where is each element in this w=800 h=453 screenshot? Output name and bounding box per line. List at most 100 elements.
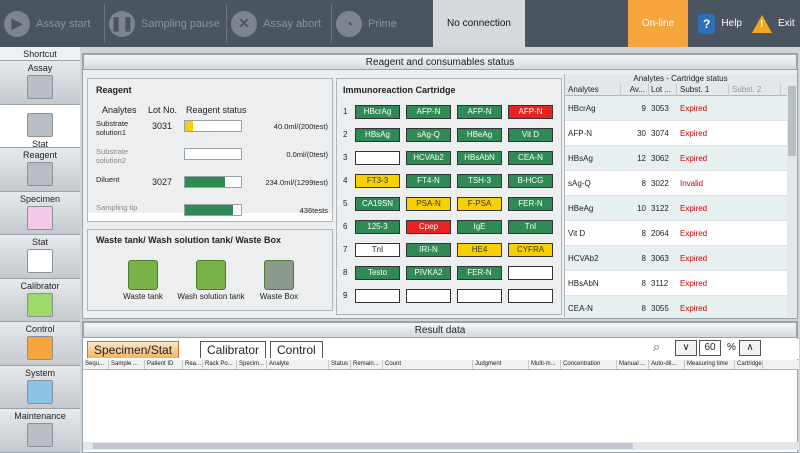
cartridge-slot[interactable]: HBsAbN <box>457 151 502 165</box>
table-row[interactable]: HBeAg 10 3122 Expired <box>565 196 796 221</box>
result-column-header[interactable]: Count <box>383 360 473 369</box>
sidebar-item-stat-active[interactable]: Stat <box>0 104 80 148</box>
reagent-name: Diluent <box>96 175 120 184</box>
sidebar-item-stat[interactable]: Stat <box>0 235 80 279</box>
tab-calibrator[interactable]: Calibrator <box>200 341 267 358</box>
cartridge-slot[interactable] <box>406 289 451 303</box>
table-row[interactable]: CEA-N 8 3055 Expired <box>565 296 796 317</box>
result-column-header[interactable]: Remain... <box>351 360 383 369</box>
sidebar: Shortcut Assay Stat Reagent Specimen Sta… <box>0 47 80 453</box>
assay-abort-button[interactable]: ✕ Assay abort <box>227 0 331 47</box>
table-row[interactable]: Vit D 8 2064 Expired <box>565 221 796 246</box>
cartridge-slot[interactable]: CYFRA <box>508 243 553 257</box>
reagent-value: 436tests <box>299 206 328 215</box>
sidebar-item-specimen[interactable]: Specimen <box>0 191 80 235</box>
sidebar-item-system[interactable]: System <box>0 365 80 409</box>
result-column-header[interactable]: Multi-m... <box>529 360 561 369</box>
cartridge-slot[interactable] <box>355 151 400 165</box>
cartridge-slot[interactable] <box>457 289 502 303</box>
reagent-lot: 3027 <box>152 177 173 187</box>
result-column-header[interactable]: Cartridge <box>735 360 763 369</box>
result-column-header[interactable]: Concentration <box>561 360 617 369</box>
prime-button[interactable]: ◔ Prime <box>332 0 412 47</box>
cartridge-slot[interactable]: B-HCG <box>508 174 553 188</box>
result-column-header[interactable]: Status <box>329 360 351 369</box>
zoom-down-button[interactable]: ∨ <box>675 340 697 356</box>
cartridge-slot[interactable]: Cpep <box>406 220 451 234</box>
cartridge-status-table: Analytes - Cartridge status Analytes Av..… <box>564 74 796 317</box>
table-scrollbar[interactable] <box>787 74 797 317</box>
cartridge-slot[interactable]: AFP-N <box>508 105 553 119</box>
cartridge-slot[interactable] <box>355 289 400 303</box>
cartridge-slot[interactable]: CA19SN <box>355 197 400 211</box>
result-column-header[interactable]: Manual ... <box>617 360 649 369</box>
sampling-pause-button[interactable]: ❚❚ Sampling pause <box>105 0 225 47</box>
result-column-header[interactable]: Rack Po... <box>203 360 237 369</box>
sidebar-item-maintenance[interactable]: Maintenance <box>0 409 80 453</box>
result-column-header[interactable]: Sequ... <box>83 360 109 369</box>
help-button[interactable]: ? Help <box>690 0 742 47</box>
cartridge-slot[interactable]: FER-N <box>457 266 502 280</box>
cartridge-slot[interactable]: F-PSA <box>457 197 502 211</box>
wash-solution-tank: Wash solution tank <box>174 260 248 301</box>
zoom-up-button[interactable]: ∧ <box>739 340 761 356</box>
reagent-value: 0.0ml/(0test) <box>286 150 328 159</box>
table-row[interactable]: HBsAg 12 3062 Expired <box>565 146 796 171</box>
cartridge-slot[interactable]: HBeAg <box>457 128 502 142</box>
cartridge-slot[interactable]: FT4-N <box>406 174 451 188</box>
zoom-icon[interactable]: ⌕ <box>653 339 660 355</box>
tank-icon <box>196 260 226 290</box>
result-column-header[interactable]: Patient ID <box>145 360 183 369</box>
table-row[interactable]: sAg-Q 8 3022 Invalid <box>565 171 796 196</box>
zoom-value[interactable]: 60 <box>699 340 721 356</box>
cartridge-slot[interactable]: HBsAg <box>355 128 400 142</box>
reagent-level-bar <box>184 148 242 160</box>
cartridge-title: Immunoreaction Cartridge <box>343 85 456 95</box>
table-row[interactable]: HCVAb2 8 3063 Expired <box>565 246 796 271</box>
result-column-header[interactable]: Specim... <box>237 360 267 369</box>
sidebar-item-control[interactable]: Control <box>0 322 80 366</box>
cartridge-slot[interactable] <box>508 289 553 303</box>
table-row[interactable]: HBsAbN 8 3112 Expired <box>565 271 796 296</box>
tab-control[interactable]: Control <box>270 341 323 358</box>
table-row[interactable]: AFP-N 30 3074 Expired <box>565 121 796 146</box>
exit-button[interactable]: ! Exit <box>744 0 800 47</box>
cartridge-slot[interactable]: HBcrAg <box>355 105 400 119</box>
cartridge-slot[interactable] <box>508 266 553 280</box>
result-scrollbar[interactable] <box>83 442 799 450</box>
cartridge-slot[interactable]: HE4 <box>457 243 502 257</box>
cartridge-slot[interactable]: AFP-N <box>457 105 502 119</box>
result-column-header[interactable]: Rea... <box>183 360 203 369</box>
cartridge-slot[interactable]: FER-N <box>508 197 553 211</box>
tab-specimen-stat[interactable]: Specimen/Stat <box>87 341 180 358</box>
cartridge-slot[interactable]: PSA-N <box>406 197 451 211</box>
cartridge-slot[interactable]: 125-3 <box>355 220 400 234</box>
result-data-panel: Result data Specimen/Stat Calibrator Con… <box>82 321 799 453</box>
prime-icon: ◔ <box>336 10 362 37</box>
cartridge-slot[interactable]: IRI-N <box>406 243 451 257</box>
result-column-header[interactable]: Measuring time <box>685 360 735 369</box>
sidebar-item-assay[interactable]: Assay <box>0 61 80 105</box>
cartridge-slot[interactable]: TnI <box>355 243 400 257</box>
sidebar-item-calibrator[interactable]: Calibrator <box>0 278 80 322</box>
cartridge-slot[interactable]: HCVAb2 <box>406 151 451 165</box>
assay-start-button[interactable]: ▶ Assay start <box>0 0 104 47</box>
sidebar-item-reagent[interactable]: Reagent <box>0 148 80 192</box>
cartridge-slot[interactable]: CEA-N <box>508 151 553 165</box>
online-button[interactable]: On-line <box>628 0 688 47</box>
cartridge-slot[interactable]: Testo <box>355 266 400 280</box>
cartridge-slot[interactable]: PIVKA2 <box>406 266 451 280</box>
reagent-level-bar <box>184 176 242 188</box>
result-column-header[interactable]: Analyte <box>267 360 329 369</box>
cartridge-slot[interactable]: FT3-3 <box>355 174 400 188</box>
cartridge-slot[interactable]: AFP-N <box>406 105 451 119</box>
cartridge-slot[interactable]: TnI <box>508 220 553 234</box>
result-column-header[interactable]: Auto-dil... <box>649 360 685 369</box>
result-column-header[interactable]: Sample ... <box>109 360 145 369</box>
cartridge-slot[interactable]: sAg-Q <box>406 128 451 142</box>
cartridge-slot[interactable]: Vit D <box>508 128 553 142</box>
cartridge-slot[interactable]: TSH-3 <box>457 174 502 188</box>
table-row[interactable]: HBcrAg 9 3053 Expired <box>565 96 796 121</box>
result-column-header[interactable]: Judgment <box>473 360 529 369</box>
cartridge-slot[interactable]: IgE <box>457 220 502 234</box>
